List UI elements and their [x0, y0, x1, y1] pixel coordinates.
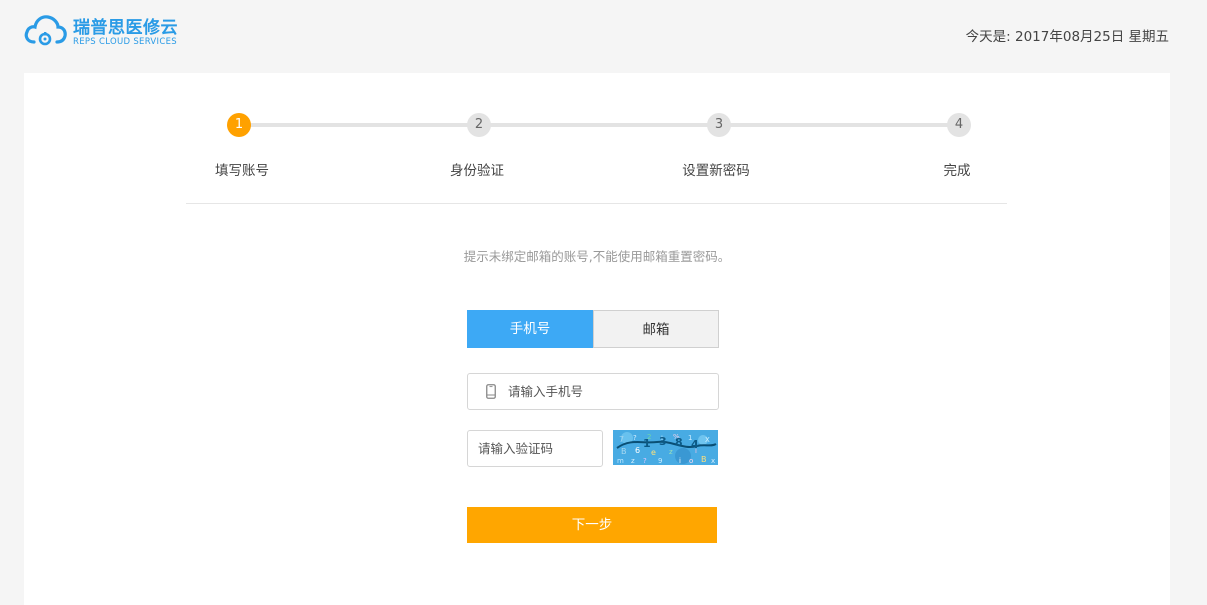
- step-4-circle: 4: [947, 113, 971, 137]
- svg-text:?: ?: [643, 457, 647, 465]
- progress-steps: 1 2 3 4 填写账号 身份验证 设置新密码 完成: [24, 73, 1170, 203]
- svg-text:1: 1: [643, 437, 651, 450]
- svg-text:o: o: [689, 457, 693, 465]
- tab-email[interactable]: 邮箱: [593, 310, 719, 348]
- mobile-phone-icon: [486, 384, 496, 399]
- current-date: 今天是: 2017年08月25日 星期五: [965, 29, 1169, 45]
- logo[interactable]: 瑞普思医修云 REPS CLOUD SERVICES: [24, 12, 184, 52]
- step-3-label: 设置新密码: [682, 163, 750, 179]
- svg-text:x: x: [711, 457, 715, 465]
- svg-text:i: i: [679, 457, 681, 465]
- reset-method-tabs: 手机号 邮箱: [467, 310, 719, 348]
- step-1-circle: 1: [227, 113, 251, 137]
- page-header: 瑞普思医修云 REPS CLOUD SERVICES 今天是: 2017年08月…: [0, 0, 1207, 73]
- svg-text:z: z: [669, 448, 673, 456]
- svg-text:B: B: [621, 447, 627, 456]
- divider: [186, 203, 1007, 204]
- logo-title: 瑞普思医修云: [73, 18, 178, 38]
- svg-text:7: 7: [619, 435, 624, 444]
- captcha-image[interactable]: 7 ? 2 b % 1 X B 6 e z i m z ? 9 i o B x …: [613, 430, 718, 465]
- cloud-logo-icon: [24, 15, 67, 46]
- svg-text:e: e: [651, 448, 656, 457]
- svg-text:6: 6: [635, 446, 640, 455]
- svg-text:?: ?: [633, 434, 637, 442]
- tab-phone[interactable]: 手机号: [467, 310, 593, 348]
- svg-text:B: B: [701, 455, 707, 464]
- svg-text:z: z: [631, 457, 635, 465]
- reset-password-card: 1 2 3 4 填写账号 身份验证 设置新密码 完成 提示未绑定邮箱的账号,不能…: [24, 73, 1170, 605]
- next-step-button[interactable]: 下一步: [467, 507, 717, 543]
- captcha-input[interactable]: [478, 431, 598, 466]
- phone-field: [467, 373, 719, 410]
- svg-text:9: 9: [658, 457, 662, 465]
- steps-track: [239, 123, 959, 127]
- svg-text:8: 8: [675, 436, 683, 449]
- logo-subtitle: REPS CLOUD SERVICES: [73, 37, 177, 47]
- step-2-circle: 2: [467, 113, 491, 137]
- step-3-circle: 3: [707, 113, 731, 137]
- svg-text:3: 3: [659, 435, 667, 448]
- step-4-label: 完成: [943, 163, 971, 179]
- step-1-label: 填写账号: [215, 163, 269, 179]
- svg-text:4: 4: [691, 438, 699, 451]
- captcha-field: [467, 430, 603, 467]
- email-hint-text: 提示未绑定邮箱的账号,不能使用邮箱重置密码。: [463, 249, 731, 264]
- phone-input[interactable]: [508, 374, 708, 409]
- svg-text:m: m: [617, 457, 624, 465]
- svg-text:X: X: [705, 436, 710, 444]
- step-2-label: 身份验证: [450, 163, 504, 179]
